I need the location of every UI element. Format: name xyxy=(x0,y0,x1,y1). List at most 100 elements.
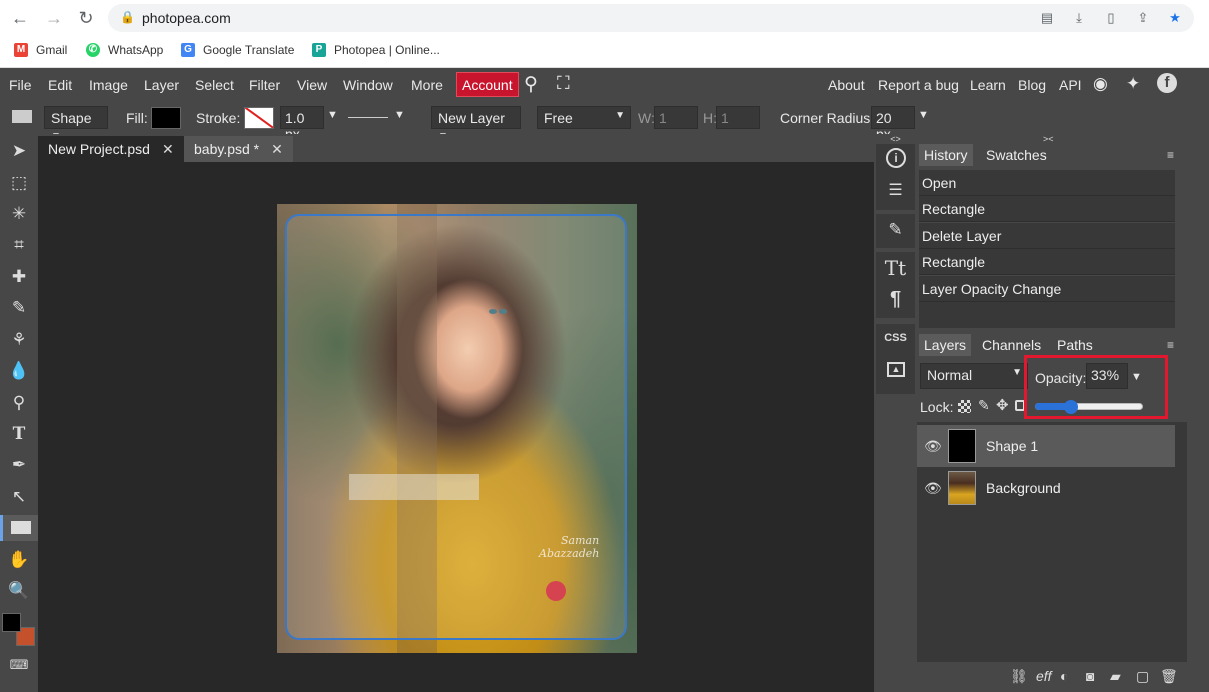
pen-tool-icon[interactable]: ✒ xyxy=(6,452,32,478)
back-arrow-icon[interactable]: ← xyxy=(10,8,30,28)
visibility-eye-icon[interactable]: 👁 xyxy=(924,480,942,497)
menu-image[interactable]: Image xyxy=(89,77,128,93)
history-item[interactable]: Rectangle xyxy=(919,196,1175,222)
account-button[interactable]: Account xyxy=(456,72,519,97)
crop-tool-icon[interactable]: ⌗ xyxy=(6,232,32,258)
layer-effects-icon[interactable]: eff xyxy=(1036,668,1052,684)
aspect-ratio-select[interactable]: Free ▼ xyxy=(537,106,631,129)
menu-file[interactable]: File xyxy=(9,77,32,93)
fill-swatch[interactable] xyxy=(151,107,181,129)
fullscreen-icon[interactable]: ⛶ xyxy=(557,73,570,94)
adjustments-icon[interactable]: ☰ xyxy=(876,180,915,200)
corner-radius-input[interactable]: 20 px xyxy=(871,106,915,142)
layers-menu-icon[interactable]: ≡ xyxy=(1167,338,1174,352)
menu-learn[interactable]: Learn xyxy=(970,77,1006,93)
history-item[interactable]: Open xyxy=(919,170,1175,196)
rectangle-tool-icon[interactable] xyxy=(0,515,38,541)
menu-more[interactable]: More xyxy=(411,77,443,93)
expand-arrows-icon[interactable]: >< xyxy=(1043,134,1054,144)
menu-api[interactable]: API xyxy=(1059,77,1082,93)
stroke-width-input[interactable]: 1.0 px xyxy=(280,106,324,142)
image-icon[interactable]: ▲ xyxy=(887,362,905,377)
menu-about[interactable]: About xyxy=(828,77,865,93)
lock-pixels-icon[interactable]: ✎ xyxy=(978,397,990,414)
tab-layers[interactable]: Layers xyxy=(919,334,972,356)
lock-transparency-icon[interactable] xyxy=(958,400,971,413)
image-canvas[interactable]: Saman Abazzadeh xyxy=(277,204,637,653)
menu-filter[interactable]: Filter xyxy=(249,77,280,93)
paragraph-icon[interactable]: ¶ xyxy=(876,288,915,311)
bookmark-gmail[interactable]: M Gmail xyxy=(14,43,67,57)
menu-window[interactable]: Window xyxy=(343,77,393,93)
blur-tool-icon[interactable]: 💧 xyxy=(6,358,32,384)
bookmark-google-translate[interactable]: G Google Translate xyxy=(181,43,294,57)
stroke-swatch[interactable] xyxy=(244,107,274,129)
brush-settings-icon[interactable]: ✎ xyxy=(876,220,915,240)
lock-position-icon[interactable]: ✥ xyxy=(996,396,1009,414)
info-icon[interactable]: i xyxy=(886,148,906,168)
magic-wand-tool-icon[interactable]: ✳ xyxy=(6,201,32,227)
tab-history[interactable]: History xyxy=(919,144,973,166)
dodge-tool-icon[interactable]: ⚲ xyxy=(6,390,32,416)
facebook-icon[interactable]: f xyxy=(1157,73,1177,93)
bookmark-photopea[interactable]: P Photopea | Online... xyxy=(312,43,440,57)
hand-tool-icon[interactable]: ✋ xyxy=(6,547,32,573)
history-menu-icon[interactable]: ≡ xyxy=(1167,148,1174,162)
stroke-width-dropdown-icon[interactable]: ▼ xyxy=(327,109,338,121)
blend-mode-select[interactable]: Normal ▼ xyxy=(920,363,1028,389)
bookmark-star-icon[interactable]: ★ xyxy=(1166,9,1184,27)
menu-edit[interactable]: Edit xyxy=(48,77,72,93)
visibility-eye-icon[interactable]: 👁 xyxy=(924,438,942,455)
menu-select[interactable]: Select xyxy=(195,77,234,93)
move-tool-icon[interactable]: ➤ xyxy=(6,138,32,164)
install-app-icon[interactable]: ⤓ xyxy=(1070,9,1088,27)
tab-baby-psd[interactable]: baby.psd * ✕ xyxy=(184,136,293,162)
foreground-color-swatch[interactable] xyxy=(2,613,21,632)
bookmark-whatsapp[interactable]: ✆ WhatsApp xyxy=(86,43,163,57)
marquee-tool-icon[interactable]: ⬚ xyxy=(6,170,32,196)
page-icon[interactable]: ▯ xyxy=(1102,9,1120,27)
width-input[interactable]: 1 xyxy=(654,106,698,129)
healing-brush-tool-icon[interactable]: ✚ xyxy=(6,264,32,290)
twitter-icon[interactable]: ✦ xyxy=(1126,74,1140,94)
menu-blog[interactable]: Blog xyxy=(1018,77,1046,93)
delete-layer-icon[interactable]: 🗑 xyxy=(1160,668,1178,685)
menu-view[interactable]: View xyxy=(297,77,327,93)
history-item[interactable]: Layer Opacity Change xyxy=(919,276,1175,302)
layer-row[interactable]: 👁 Shape 1 xyxy=(917,425,1175,467)
menu-report-bug[interactable]: Report a bug xyxy=(878,77,959,93)
height-input[interactable]: 1 xyxy=(716,106,760,129)
menu-layer[interactable]: Layer xyxy=(144,77,179,93)
history-item[interactable]: Rectangle xyxy=(919,249,1175,275)
stroke-style-line-icon[interactable] xyxy=(348,117,388,118)
brush-tool-icon[interactable]: ✎ xyxy=(6,295,32,321)
rounded-rectangle-shape[interactable] xyxy=(285,214,627,640)
new-group-icon[interactable]: ▰ xyxy=(1110,668,1121,685)
collapse-arrows-icon[interactable]: <> xyxy=(876,134,915,144)
type-tool-icon[interactable]: T xyxy=(6,421,32,447)
stroke-style-dropdown-icon[interactable]: ▼ xyxy=(394,109,405,121)
shape-mode-select[interactable]: Shape ▼ xyxy=(44,106,108,142)
forward-arrow-icon[interactable]: → xyxy=(44,8,64,28)
layer-row[interactable]: 👁 Background xyxy=(917,467,1175,509)
adjustment-layer-icon[interactable]: ◐ xyxy=(1060,668,1068,684)
layer-mask-icon[interactable]: ◙ xyxy=(1086,668,1094,684)
new-layer-select[interactable]: New Layer ▼ xyxy=(431,106,521,142)
share-icon[interactable]: ⇪ xyxy=(1134,9,1152,27)
tab-swatches[interactable]: Swatches xyxy=(986,147,1047,163)
link-layers-icon[interactable]: ⛓ xyxy=(1010,668,1028,685)
address-bar[interactable]: 🔒 photopea.com ▤ ⤓ ▯ ⇪ ★ xyxy=(108,4,1194,32)
tab-paths[interactable]: Paths xyxy=(1057,337,1093,353)
reddit-icon[interactable]: ◉ xyxy=(1093,74,1108,94)
corner-radius-dropdown-icon[interactable]: ▼ xyxy=(918,109,929,121)
search-icon[interactable]: ⚲ xyxy=(524,73,538,96)
close-tab-icon[interactable]: ✕ xyxy=(271,141,283,157)
character-icon[interactable]: Tt xyxy=(876,256,915,280)
path-select-tool-icon[interactable]: ↖ xyxy=(6,484,32,510)
tab-new-project[interactable]: New Project.psd ✕ xyxy=(38,136,184,162)
clone-stamp-tool-icon[interactable]: ⚘ xyxy=(6,327,32,353)
tab-channels[interactable]: Channels xyxy=(982,337,1041,353)
keyboard-icon[interactable]: ⌨ xyxy=(6,652,32,678)
zoom-tool-icon[interactable]: 🔍 xyxy=(6,578,32,604)
reload-icon[interactable]: ↻ xyxy=(76,8,96,28)
